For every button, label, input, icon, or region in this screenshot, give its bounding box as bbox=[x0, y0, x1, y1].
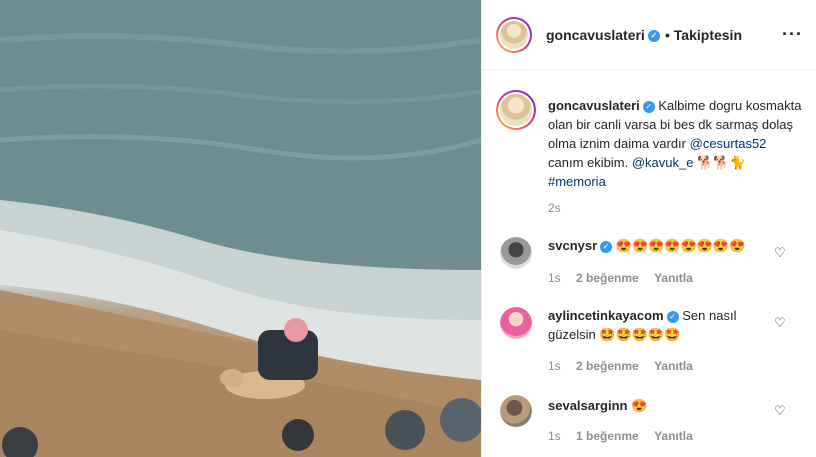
post-side-panel: goncavuslateri ✓ • Takiptesin ··· goncavu… bbox=[481, 0, 816, 457]
more-horizontal-icon[interactable]: ··· bbox=[782, 24, 803, 45]
comment-avatar[interactable] bbox=[500, 395, 532, 427]
caption-username[interactable]: goncavuslateri bbox=[548, 98, 640, 113]
comment-username[interactable]: sevalsarginn bbox=[548, 398, 628, 413]
comment-meta: 1s 2 beğenme Yanıtla bbox=[548, 359, 693, 373]
comment-username[interactable]: svcnysr bbox=[548, 238, 597, 253]
verified-icon: ✓ bbox=[647, 30, 660, 43]
hashtag-link[interactable]: #memoria bbox=[548, 174, 606, 189]
comment-avatar[interactable] bbox=[500, 237, 532, 269]
comment-text: svcnysr ✓ 😍😍😍😍😍😍😍😍 bbox=[548, 238, 746, 253]
mention-link[interactable]: @cesurtas52 bbox=[690, 136, 767, 151]
caption-text: goncavuslateri ✓ Kalbime dogru kosmakta o… bbox=[548, 98, 802, 189]
comment-meta: 1s 1 beğenme Yanıtla bbox=[548, 429, 693, 443]
post-header: goncavuslateri ✓ • Takiptesin ··· bbox=[482, 0, 816, 70]
comment-text: aylincetinkayacom ✓ Sen nasıl güzelsin 🤩🤩… bbox=[548, 308, 737, 342]
heart-icon[interactable]: ♡ bbox=[774, 403, 788, 418]
comment-username[interactable]: aylincetinkayacom bbox=[548, 308, 664, 323]
verified-icon: ✓ bbox=[642, 100, 655, 113]
heart-icon[interactable]: ♡ bbox=[774, 245, 788, 260]
header-username[interactable]: goncavuslateri bbox=[546, 27, 645, 43]
comment-meta: 1s 2 beğenme Yanıtla bbox=[548, 271, 693, 285]
verified-icon: ✓ bbox=[666, 310, 679, 323]
comment-text: sevalsarginn 😍 bbox=[548, 398, 648, 413]
header-avatar[interactable] bbox=[496, 17, 532, 53]
caption-avatar[interactable] bbox=[496, 90, 536, 130]
mention-link[interactable]: @kavuk_e bbox=[632, 155, 694, 170]
follow-status[interactable]: • Takiptesin bbox=[665, 27, 742, 43]
verified-icon: ✓ bbox=[600, 240, 613, 253]
beach-scene-image bbox=[0, 0, 481, 457]
caption-time[interactable]: 2s bbox=[548, 201, 561, 215]
heart-icon[interactable]: ♡ bbox=[774, 315, 788, 330]
comment-avatar[interactable] bbox=[500, 307, 532, 339]
post-media[interactable] bbox=[0, 0, 481, 457]
